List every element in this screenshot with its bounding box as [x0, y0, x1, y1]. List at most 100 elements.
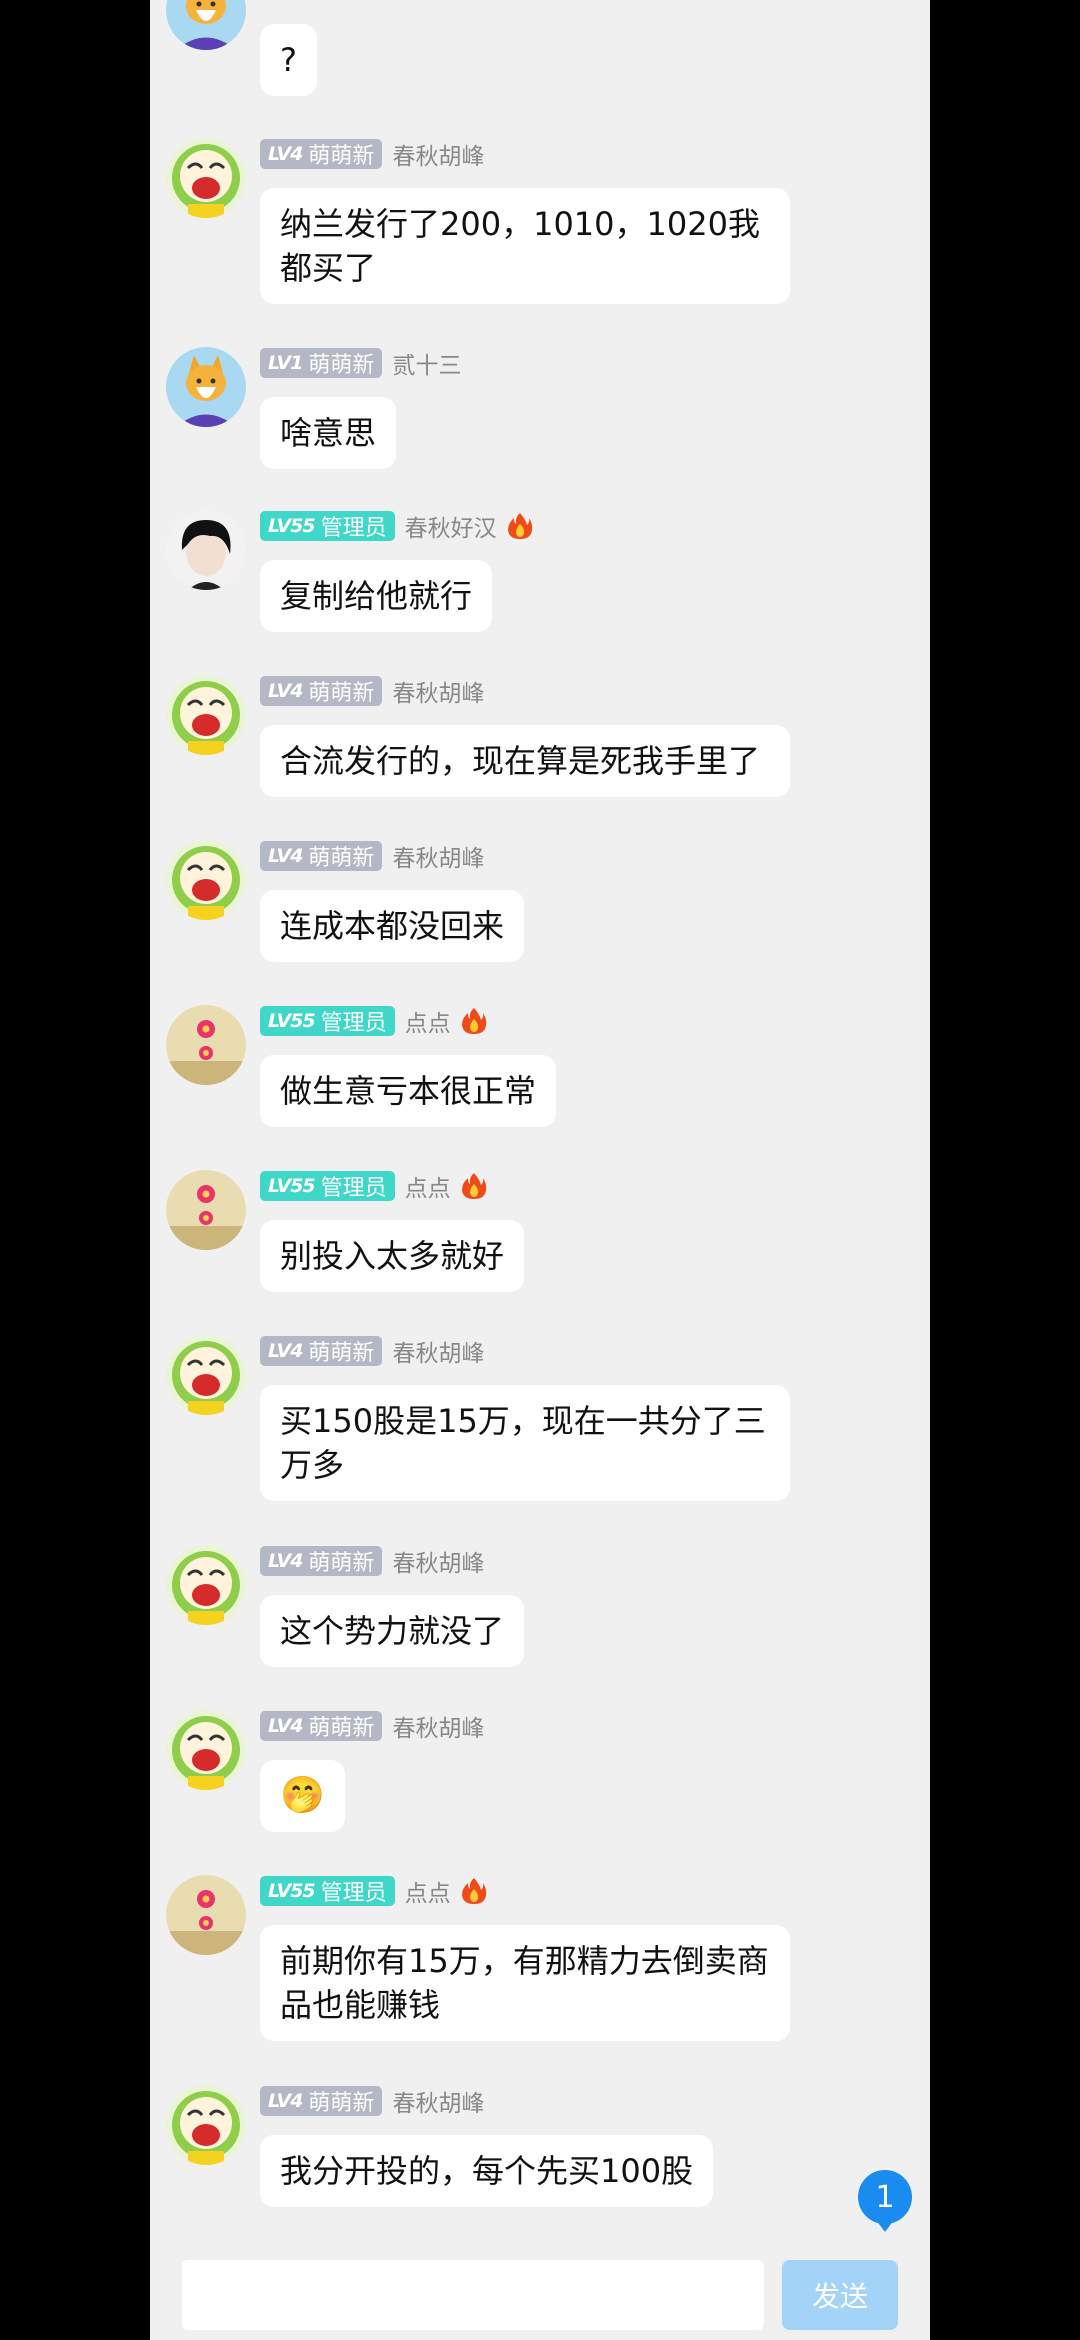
message-bubble[interactable]: 纳兰发行了200，1010，1020我都买了	[260, 188, 790, 304]
flower-avatar-icon	[166, 1005, 246, 1085]
level-text: LV4	[268, 845, 303, 867]
message-meta: LV4 萌萌新 春秋胡峰	[260, 840, 484, 872]
level-text: LV55	[268, 1175, 316, 1197]
message-meta: LV4 萌萌新 春秋胡峰	[260, 2085, 484, 2117]
username[interactable]: 春秋好汉	[405, 509, 497, 543]
flower-avatar-icon	[166, 1170, 246, 1250]
user-avatar[interactable]	[166, 0, 246, 50]
message-meta: LV4 萌萌新 春秋胡峰	[260, 138, 484, 170]
emoji-message-bubble[interactable]: 🤭	[260, 1760, 345, 1832]
level-badge: LV4 萌萌新	[260, 841, 383, 871]
message-bubble[interactable]: ?	[260, 24, 317, 96]
cartoon-avatar-icon	[166, 1710, 246, 1790]
role-text: 萌萌新	[308, 1716, 375, 1741]
message-meta: LV4 萌萌新 春秋胡峰	[260, 1335, 484, 1367]
message-meta: LV55 管理员 点点	[260, 1170, 487, 1202]
flower-avatar-icon	[166, 1875, 246, 1955]
username[interactable]: 春秋胡峰	[392, 2084, 484, 2118]
fire-icon	[461, 1008, 486, 1034]
user-avatar[interactable]	[166, 2085, 246, 2165]
chat-message-list[interactable]: ? LV4 萌萌新 春秋胡峰 纳兰发行了200，1010，1020我都买了 LV…	[150, 0, 930, 2340]
level-text: LV1	[268, 352, 303, 374]
cartoon-avatar-icon	[166, 675, 246, 755]
level-text: LV55	[268, 1880, 316, 1902]
message-bubble[interactable]: 复制给他就行	[260, 560, 493, 632]
user-avatar[interactable]	[166, 510, 246, 590]
cartoon-avatar-icon	[166, 1545, 246, 1625]
username[interactable]: 点点	[405, 1004, 451, 1038]
user-avatar[interactable]	[166, 1875, 246, 1955]
admin-badge: LV55 管理员	[260, 511, 395, 541]
username[interactable]: 贰十三	[392, 346, 461, 380]
message-input[interactable]	[182, 2260, 764, 2330]
level-badge: LV4 萌萌新	[260, 1546, 383, 1576]
user-avatar[interactable]	[166, 1005, 246, 1085]
level-text: LV55	[268, 1010, 316, 1032]
message-meta: LV55 管理员 点点	[260, 1005, 487, 1037]
admin-badge: LV55 管理员	[260, 1876, 395, 1906]
message-bubble[interactable]: 我分开投的，每个先买100股	[260, 2135, 714, 2207]
username[interactable]: 春秋胡峰	[392, 674, 484, 708]
message-bubble[interactable]: 合流发行的，现在算是死我手里了	[260, 725, 790, 797]
fire-icon	[507, 513, 532, 539]
username[interactable]: 点点	[405, 1874, 451, 1908]
cartoon-avatar-icon	[166, 138, 246, 218]
unread-count-badge[interactable]: 1	[858, 2170, 912, 2232]
level-badge: LV4 萌萌新	[260, 676, 383, 706]
message-meta: LV55 管理员 点点	[260, 1875, 487, 1907]
level-badge: LV4 萌萌新	[260, 2086, 383, 2116]
user-avatar[interactable]	[166, 840, 246, 920]
message-bubble[interactable]: 这个势力就没了	[260, 1595, 525, 1667]
level-badge: LV4 萌萌新	[260, 1336, 383, 1366]
message-bubble[interactable]: 买150股是15万，现在一共分了三万多	[260, 1385, 790, 1501]
user-avatar[interactable]	[166, 1710, 246, 1790]
username[interactable]: 点点	[405, 1169, 451, 1203]
level-badge: LV1 萌萌新	[260, 348, 383, 378]
role-text: 管理员	[320, 516, 387, 541]
level-text: LV4	[268, 143, 303, 165]
level-text: LV4	[268, 1550, 303, 1572]
message-meta: LV55 管理员 春秋好汉	[260, 510, 533, 542]
fox-avatar-icon	[166, 0, 246, 50]
message-bubble[interactable]: 做生意亏本很正常	[260, 1055, 557, 1127]
role-text: 萌萌新	[308, 2091, 375, 2116]
fire-icon	[461, 1878, 486, 1904]
user-avatar[interactable]	[166, 138, 246, 218]
role-text: 萌萌新	[308, 1341, 375, 1366]
level-text: LV55	[268, 515, 316, 537]
cartoon-avatar-icon	[166, 2085, 246, 2165]
message-meta: LV1 萌萌新 贰十三	[260, 347, 461, 379]
username[interactable]: 春秋胡峰	[392, 839, 484, 873]
fire-icon	[461, 1173, 486, 1199]
user-avatar[interactable]	[166, 1335, 246, 1415]
message-bubble[interactable]: 前期你有15万，有那精力去倒卖商品也能赚钱	[260, 1925, 790, 2041]
level-text: LV4	[268, 1340, 303, 1362]
username[interactable]: 春秋胡峰	[392, 1544, 484, 1578]
boy-avatar-icon	[166, 510, 246, 590]
message-bubble[interactable]: 连成本都没回来	[260, 890, 525, 962]
user-avatar[interactable]	[166, 675, 246, 755]
user-avatar[interactable]	[166, 1170, 246, 1250]
role-text: 管理员	[320, 1011, 387, 1036]
cartoon-avatar-icon	[166, 1335, 246, 1415]
user-avatar[interactable]	[166, 1545, 246, 1625]
level-badge: LV4 萌萌新	[260, 139, 383, 169]
message-bubble[interactable]: 别投入太多就好	[260, 1220, 525, 1292]
role-text: 管理员	[320, 1176, 387, 1201]
message-composer: 发送	[150, 2248, 930, 2340]
role-text: 萌萌新	[308, 681, 375, 706]
level-text: LV4	[268, 1715, 303, 1737]
cartoon-avatar-icon	[166, 840, 246, 920]
username[interactable]: 春秋胡峰	[392, 137, 484, 171]
fox-avatar-icon	[166, 347, 246, 427]
admin-badge: LV55 管理员	[260, 1006, 395, 1036]
level-text: LV4	[268, 2090, 303, 2112]
message-bubble[interactable]: 啥意思	[260, 397, 397, 469]
level-badge: LV4 萌萌新	[260, 1711, 383, 1741]
username[interactable]: 春秋胡峰	[392, 1709, 484, 1743]
username[interactable]: 春秋胡峰	[392, 1334, 484, 1368]
role-text: 管理员	[320, 1881, 387, 1906]
admin-badge: LV55 管理员	[260, 1171, 395, 1201]
send-button[interactable]: 发送	[782, 2260, 898, 2330]
user-avatar[interactable]	[166, 347, 246, 427]
